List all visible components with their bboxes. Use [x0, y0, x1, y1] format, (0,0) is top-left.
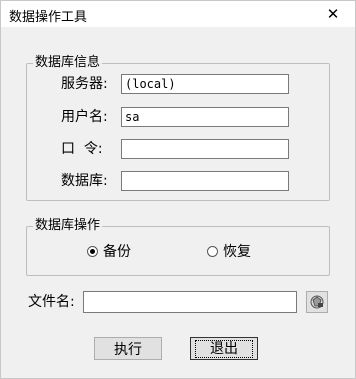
password-label: 口 令: — [61, 141, 103, 157]
db-ops-group-title: 数据库操作 — [33, 218, 103, 234]
backup-radio[interactable]: 备份 — [87, 241, 131, 261]
restore-radio-dot[interactable] — [207, 245, 218, 257]
username-label: 用户名: — [61, 109, 108, 125]
exit-button-label: 退出 — [195, 339, 253, 358]
backup-radio-dot[interactable] — [87, 245, 98, 257]
folder-browse-icon — [310, 295, 324, 309]
server-input[interactable] — [121, 74, 289, 94]
execute-button[interactable]: 执行 — [94, 337, 162, 360]
server-label: 服务器: — [61, 76, 108, 92]
database-input[interactable] — [121, 171, 289, 191]
close-button[interactable]: ✕ — [311, 1, 355, 27]
window-title: 数据操作工具 — [9, 10, 88, 25]
dialog-window: 数据操作工具 ✕ 数据库信息 服务器: 用户名: 口 令: 数据库: 数据库操作… — [0, 0, 356, 379]
backup-radio-label: 备份 — [103, 244, 131, 260]
execute-button-label: 执行 — [114, 341, 142, 358]
filename-label: 文件名: — [28, 294, 75, 310]
filename-input[interactable] — [83, 291, 297, 313]
password-input[interactable] — [121, 139, 289, 159]
restore-radio[interactable]: 恢复 — [207, 241, 251, 261]
close-icon: ✕ — [326, 5, 340, 23]
db-info-group-title: 数据库信息 — [33, 55, 103, 71]
exit-button[interactable]: 退出 — [190, 337, 258, 360]
database-label: 数据库: — [61, 173, 108, 189]
restore-radio-label: 恢复 — [223, 244, 251, 260]
title-bar[interactable]: 数据操作工具 ✕ — [1, 1, 355, 27]
browse-button[interactable] — [306, 291, 328, 313]
username-input[interactable] — [121, 107, 289, 127]
db-ops-group: 数据库操作 — [26, 218, 330, 276]
